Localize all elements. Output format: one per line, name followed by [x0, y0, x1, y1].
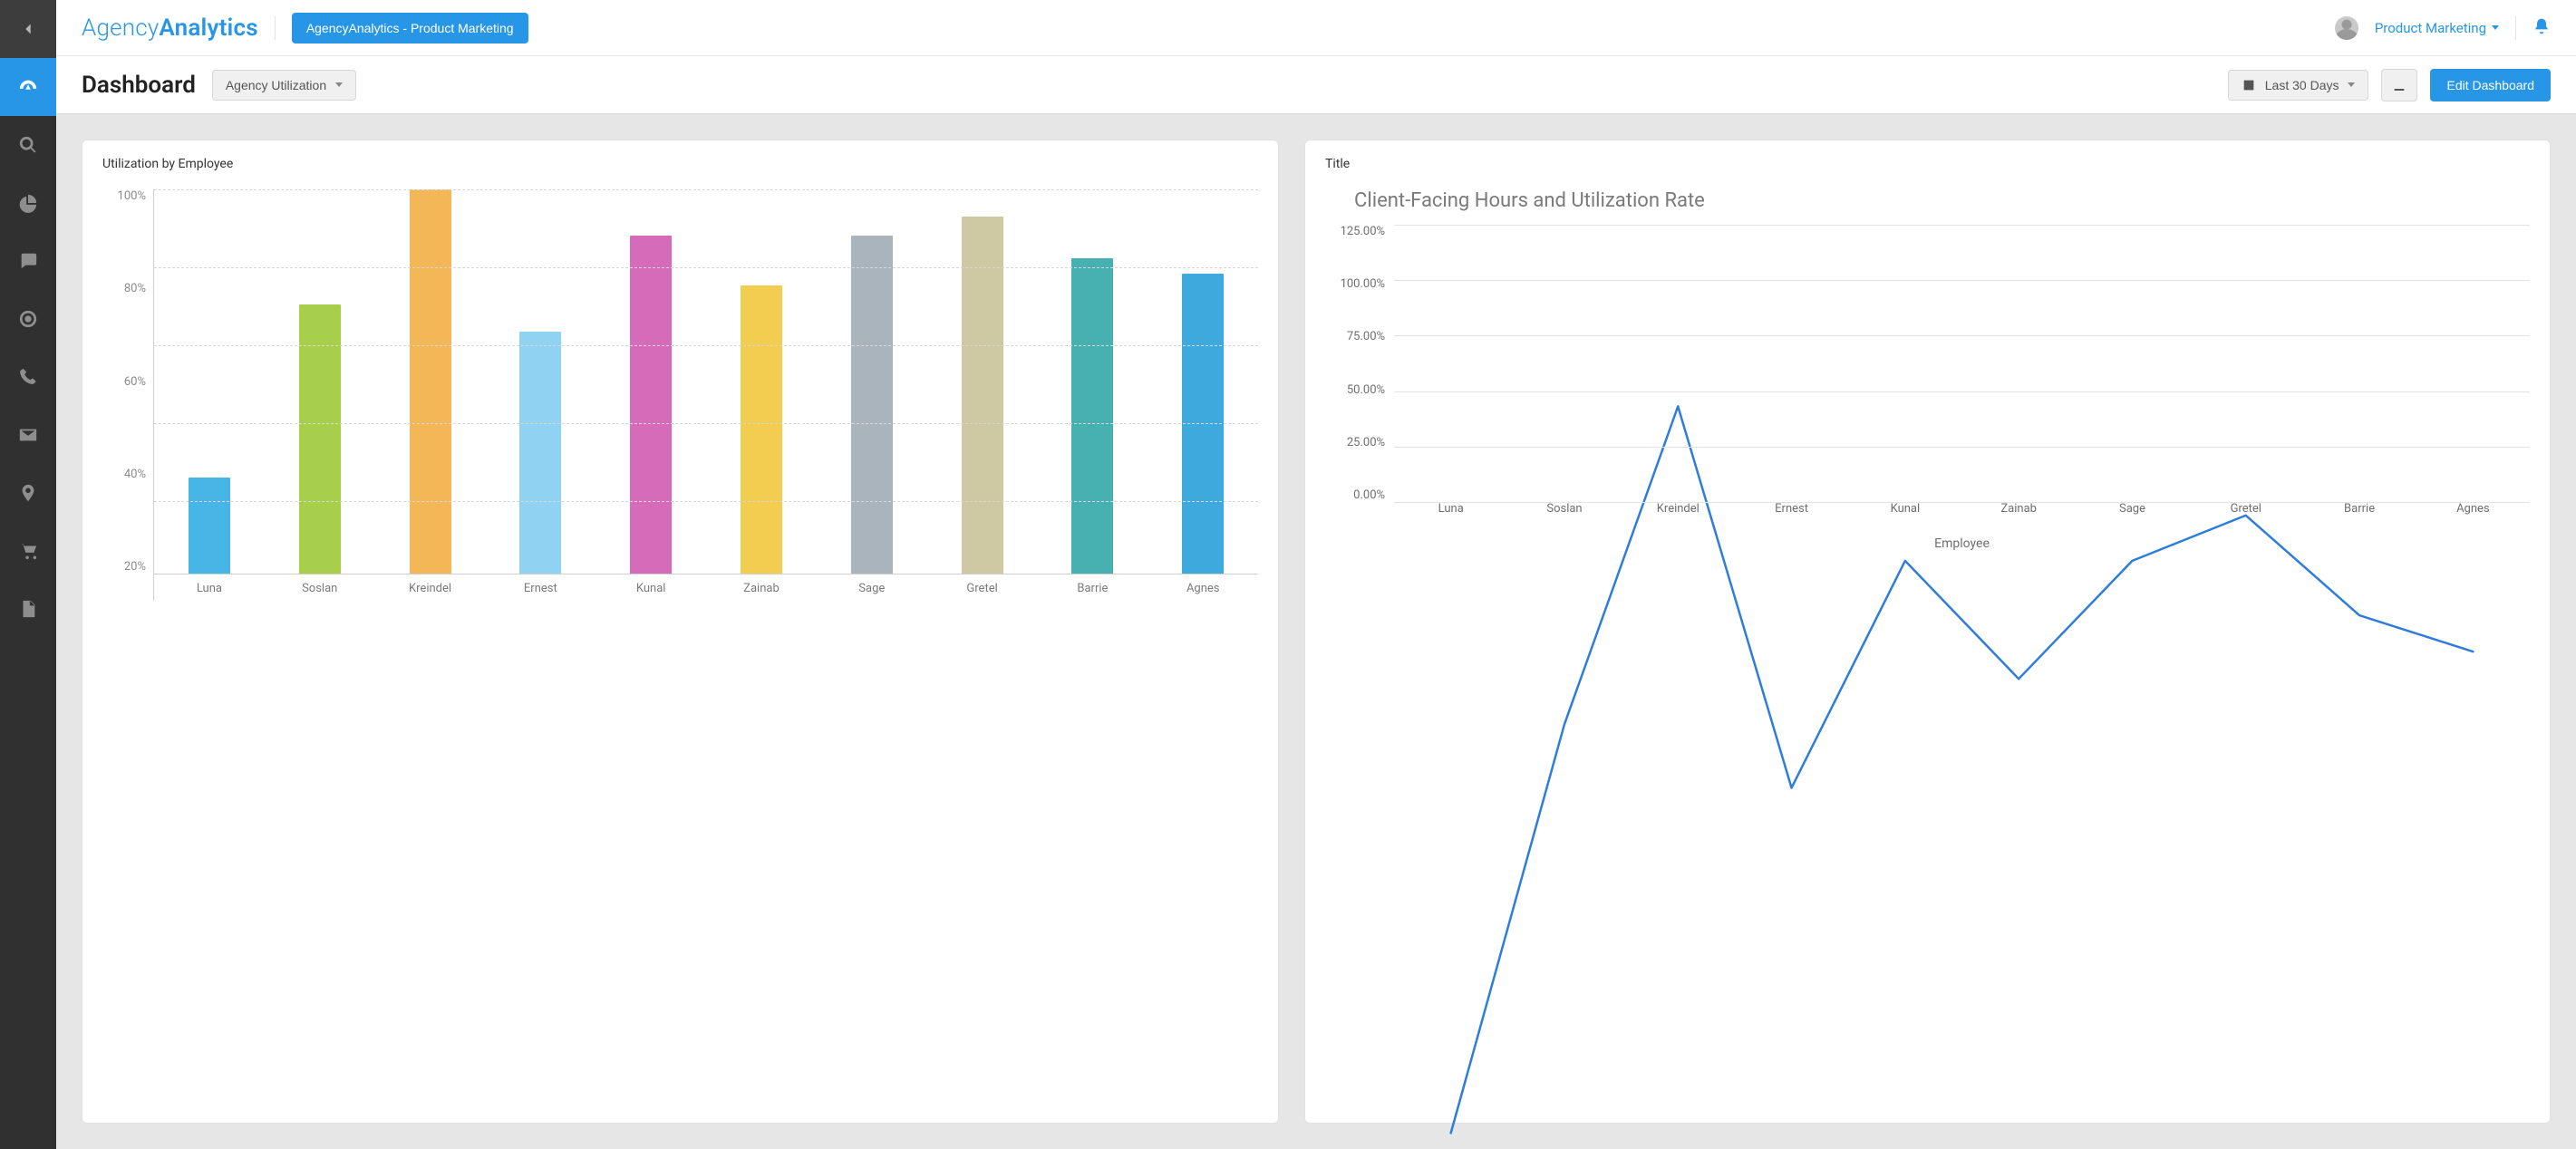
view-selector[interactable]: Agency Utilization [212, 70, 356, 101]
calendar-icon [2242, 78, 2256, 92]
bar-chart-x-tick: Luna [154, 574, 265, 601]
line-chart-x-tick: Sage [2076, 502, 2189, 529]
page-title: Dashboard [82, 72, 196, 99]
line-chart-x-tick: Luna [1394, 502, 1507, 529]
bar-chart-x-tick: Kunal [596, 574, 706, 601]
user-menu-label: Product Marketing [2375, 20, 2486, 36]
topbar: AgencyAnalytics AgencyAnalytics - Produc… [56, 0, 2576, 56]
download-icon [2392, 78, 2407, 92]
gauge-icon [18, 77, 38, 97]
bar [596, 189, 706, 574]
avatar[interactable] [2335, 16, 2358, 40]
card-title: Utilization by Employee [102, 157, 1258, 171]
bar-chart-x-tick: Soslan [265, 574, 375, 601]
sidebar-item-search[interactable] [0, 116, 56, 174]
campaign-select-button[interactable]: AgencyAnalytics - Product Marketing [292, 13, 528, 43]
sidebar-item-dashboard[interactable] [0, 58, 56, 116]
topbar-right: Product Marketing [2335, 16, 2551, 40]
chat-icon [18, 251, 38, 271]
sidebar-item-goals[interactable] [0, 290, 56, 348]
bar-chart: 100%80%60%40%20% LunaSoslanKreindelErnes… [102, 184, 1258, 601]
line-chart-x-tick: Ernest [1735, 502, 1848, 529]
bar-chart-x-tick: Agnes [1148, 574, 1258, 601]
map-pin-icon [18, 483, 38, 503]
bar [265, 189, 375, 574]
sidebar-item-reports[interactable] [0, 580, 56, 638]
bar-chart-x-tick: Barrie [1038, 574, 1148, 601]
bar [706, 189, 817, 574]
edit-dashboard-button[interactable]: Edit Dashboard [2430, 69, 2551, 101]
search-icon [18, 135, 38, 155]
bar [1148, 189, 1258, 574]
line-chart-y-axis: 125.00%100.00%75.00%50.00%25.00%0.00% [1325, 225, 1394, 551]
brand-part2: Analytics [159, 14, 257, 42]
line-chart-x-tick: Agnes [2416, 502, 2530, 529]
bar [817, 189, 927, 574]
line-chart-x-axis: LunaSoslanKreindelErnestKunalZainabSageG… [1394, 502, 2530, 529]
line-chart-x-tick: Kunal [1848, 502, 1961, 529]
bar-chart-x-tick: Kreindel [375, 574, 486, 601]
line-chart-x-tick: Gretel [2189, 502, 2302, 529]
view-selector-label: Agency Utilization [226, 78, 326, 92]
brand-part1: Agency [82, 14, 159, 42]
card-client-facing-hours: Title Client-Facing Hours and Utilizatio… [1304, 140, 2551, 1124]
card-utilization-by-employee: Utilization by Employee 100%80%60%40%20%… [82, 140, 1279, 1124]
bar-chart-x-axis: LunaSoslanKreindelErnestKunalZainabSageG… [154, 574, 1258, 601]
pie-chart-icon [18, 193, 38, 213]
document-icon [18, 599, 38, 619]
line-chart-x-tick: Kreindel [1622, 502, 1735, 529]
sidebar-item-local[interactable] [0, 464, 56, 522]
line-chart-x-tick: Zainab [1962, 502, 2076, 529]
sidebar-item-ecommerce[interactable] [0, 522, 56, 580]
bar [485, 189, 596, 574]
sidebar [0, 0, 56, 1149]
target-icon [18, 309, 38, 329]
line-chart-x-tick: Barrie [2302, 502, 2416, 529]
cart-icon [18, 541, 38, 561]
brand-logo[interactable]: AgencyAnalytics [82, 14, 258, 42]
bar-chart-y-axis: 100%80%60%40%20% [102, 189, 153, 601]
line-chart-title: Client-Facing Hours and Utilization Rate [1354, 189, 2530, 212]
caret-down-icon [335, 82, 343, 87]
card-title: Title [1325, 157, 2530, 171]
download-button[interactable] [2381, 69, 2417, 101]
page-header: Dashboard Agency Utilization Last 30 Day… [56, 56, 2576, 114]
divider [2515, 16, 2516, 40]
bar [1038, 189, 1148, 574]
notifications-button[interactable] [2532, 17, 2551, 39]
caret-down-icon [2348, 82, 2355, 87]
content: Utilization by Employee 100%80%60%40%20%… [56, 114, 2576, 1149]
user-menu[interactable]: Product Marketing [2375, 20, 2499, 36]
date-range-selector[interactable]: Last 30 Days [2228, 70, 2369, 101]
sidebar-item-email[interactable] [0, 406, 56, 464]
bar [375, 189, 486, 574]
line-chart-xlabel: Employee [1394, 536, 2530, 551]
sidebar-item-messages[interactable] [0, 232, 56, 290]
phone-icon [18, 367, 38, 387]
bar-chart-plot: LunaSoslanKreindelErnestKunalZainabSageG… [153, 189, 1258, 601]
sidebar-item-analytics[interactable] [0, 174, 56, 232]
line-chart-plot: LunaSoslanKreindelErnestKunalZainabSageG… [1394, 225, 2530, 551]
page-header-right: Last 30 Days Edit Dashboard [2228, 69, 2551, 101]
bar [154, 189, 265, 574]
bell-icon [2532, 17, 2551, 35]
main: AgencyAnalytics AgencyAnalytics - Produc… [56, 0, 2576, 1149]
bar-chart-x-tick: Ernest [485, 574, 596, 601]
bar-chart-x-tick: Zainab [706, 574, 817, 601]
chevron-down-icon [2492, 25, 2499, 30]
bar [927, 189, 1038, 574]
bar-chart-x-tick: Gretel [927, 574, 1038, 601]
sidebar-collapse-button[interactable] [0, 0, 56, 58]
line-chart-x-tick: Soslan [1507, 502, 1621, 529]
date-range-label: Last 30 Days [2265, 78, 2339, 92]
chevron-left-icon [18, 19, 38, 39]
line-chart: 125.00%100.00%75.00%50.00%25.00%0.00% Lu… [1325, 225, 2530, 551]
sidebar-item-calls[interactable] [0, 348, 56, 406]
envelope-icon [18, 425, 38, 445]
divider [275, 16, 276, 40]
bar-chart-x-tick: Sage [817, 574, 927, 601]
